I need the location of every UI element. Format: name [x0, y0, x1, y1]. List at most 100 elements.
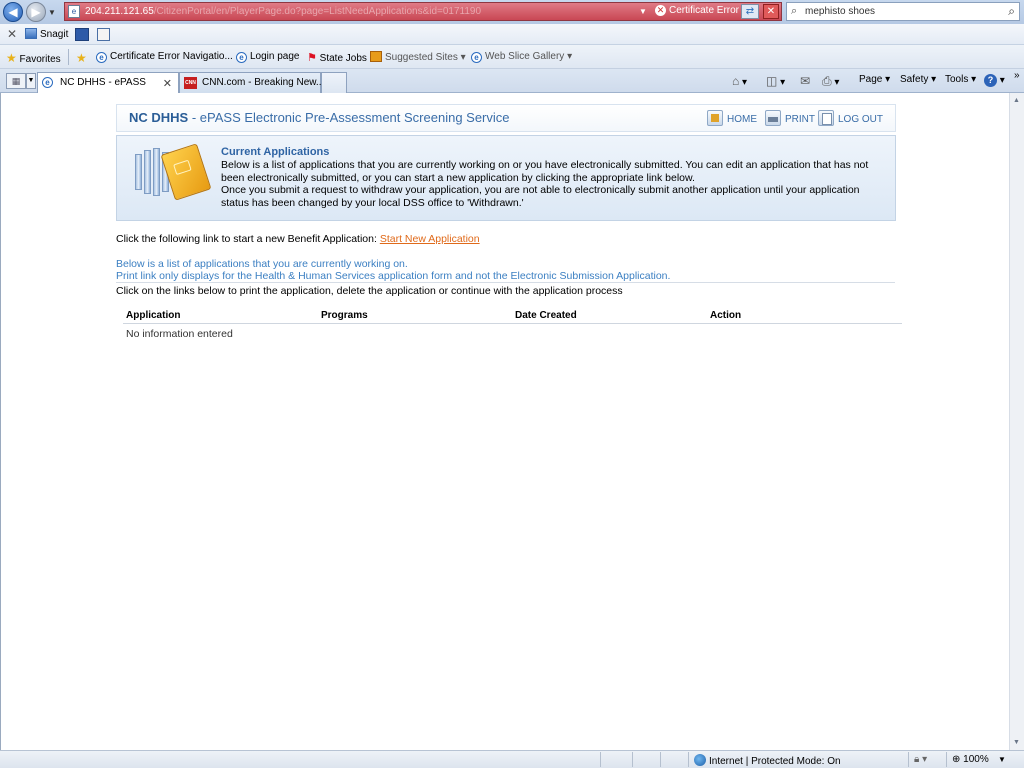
recent-pages-dropdown[interactable]: ▼	[48, 8, 56, 17]
search-input[interactable]: mephisto shoes	[805, 6, 875, 17]
snagit-label: Snagit	[40, 29, 69, 40]
favorite-label: Web Slice Gallery ▾	[485, 51, 573, 62]
print-link[interactable]: PRINT	[765, 110, 815, 126]
feeds-button[interactable]: ◫ ▾	[766, 74, 785, 88]
tab-bar: ▦ ▼ e NC DHHS - ePASS ✕ CNN CNN.com - Br…	[0, 69, 1024, 93]
safety-menu[interactable]: Safety ▾	[900, 74, 936, 85]
quick-tabs-icon[interactable]: ▦	[6, 73, 26, 89]
divider	[116, 282, 895, 283]
status-bar: Internet | Protected Mode: On 🔒︎ ▾ ⊕ 100…	[0, 750, 1024, 768]
tools-menu[interactable]: Tools ▾	[945, 74, 976, 85]
address-bar[interactable]: e 204.211.121.65/CitizenPortal/en/Player…	[64, 2, 782, 21]
favorites-bar: ★ Favorites ★ e Certificate Error Navigat…	[0, 45, 1024, 69]
favorite-login-page[interactable]: e Login page	[236, 51, 300, 63]
help-menu[interactable]: ? ▾	[984, 74, 1005, 87]
zoom-dropdown-icon[interactable]: ▼	[998, 755, 1006, 764]
column-header-application: Application	[126, 310, 181, 321]
address-host: 204.211.121.65	[85, 6, 154, 17]
column-header-action: Action	[710, 310, 742, 321]
new-tab-button[interactable]	[321, 72, 347, 93]
start-application-line: Click the following link to start a new …	[116, 233, 480, 245]
scroll-down-icon[interactable]: ▼	[1013, 739, 1020, 746]
printer-icon: ⎙	[822, 74, 832, 88]
globe-icon	[694, 754, 706, 766]
certificate-error-button[interactable]: ✕ Certificate Error	[655, 5, 739, 16]
suggested-sites-icon	[370, 51, 382, 62]
status-divider	[946, 752, 947, 767]
page-viewport: NC DHHS - ePASS Electronic Pre-Assessmen…	[0, 93, 1009, 750]
home-button[interactable]: ⌂ ▾	[732, 74, 747, 88]
forward-button[interactable]: ▶	[26, 2, 46, 22]
search-icon[interactable]: ⌕	[1008, 4, 1015, 19]
certificate-error-label: Certificate Error	[669, 5, 740, 16]
applications-note: Below is a list of applications that you…	[116, 258, 408, 270]
favorite-state-jobs[interactable]: ⚑ State Jobs	[307, 51, 367, 64]
chevron-right-icon[interactable]: »	[1014, 70, 1020, 81]
page-menu[interactable]: Page ▾	[859, 74, 890, 85]
scroll-up-icon[interactable]: ▲	[1013, 97, 1020, 104]
status-divider	[908, 752, 909, 767]
tab-label: CNN.com - Breaking New...	[202, 77, 325, 88]
column-header-programs: Programs	[321, 310, 368, 321]
security-zone-label: Internet | Protected Mode: On	[709, 756, 841, 767]
current-applications-panel: Current Applications Below is a list of …	[116, 135, 896, 221]
tab-label: NC DHHS - ePASS	[60, 77, 146, 88]
search-box[interactable]: ⌕ mephisto shoes ⌕	[786, 2, 1020, 21]
panel-text-paragraph: Below is a list of applications that you…	[221, 159, 869, 184]
snagit-toolbar: ✕ Snagit	[0, 24, 1024, 45]
zoom-level[interactable]: ⊕ 100%	[952, 754, 989, 765]
favorite-suggested-sites[interactable]: Suggested Sites ▾	[370, 51, 466, 63]
favorites-star-icon: ★	[6, 51, 17, 65]
mail-icon: ✉	[800, 74, 811, 88]
protected-mode-icon[interactable]: 🔒︎ ▾	[914, 754, 927, 765]
page-menu-label: Page	[859, 74, 883, 85]
back-button[interactable]: ◀	[3, 2, 23, 22]
tab-list-dropdown-icon[interactable]: ▼	[26, 73, 36, 89]
snagit-button[interactable]: Snagit	[25, 28, 68, 40]
home-icon	[707, 110, 723, 126]
favorites-button[interactable]: ★ Favorites	[6, 51, 61, 65]
site-title: NC DHHS - ePASS Electronic Pre-Assessmen…	[129, 110, 510, 125]
help-icon: ?	[984, 74, 997, 87]
capture-settings-icon[interactable]	[97, 28, 110, 41]
logout-link[interactable]: LOG OUT	[818, 110, 883, 126]
favorites-label: Favorites	[19, 54, 61, 65]
status-divider	[660, 752, 661, 767]
cnn-icon: CNN	[184, 77, 197, 89]
favorite-web-slice-gallery[interactable]: e Web Slice Gallery ▾	[471, 51, 572, 63]
logout-link-label: LOG OUT	[838, 114, 884, 125]
status-divider	[600, 752, 601, 767]
status-divider	[632, 752, 633, 767]
site-header: NC DHHS - ePASS Electronic Pre-Assessmen…	[116, 104, 896, 132]
browser-address-toolbar: ◀ ▶ ▼ e 204.211.121.65/CitizenPortal/en/…	[0, 0, 1024, 24]
folder-icon	[160, 143, 212, 201]
snagit-icon	[25, 28, 37, 39]
panel-text-paragraph: Once you submit a request to withdraw yo…	[221, 184, 860, 210]
error-icon: ✕	[655, 5, 666, 16]
print-link-note: Print link only displays for the Health …	[116, 270, 671, 282]
capture-icon[interactable]	[75, 28, 89, 41]
vertical-scrollbar[interactable]: ▲ ▼	[1009, 93, 1024, 750]
print-button[interactable]: ⎙ ▾	[822, 74, 839, 89]
stop-button[interactable]: ✕	[763, 4, 779, 19]
print-link-label: PRINT	[785, 114, 815, 125]
tab-cnn[interactable]: CNN CNN.com - Breaking New...	[179, 72, 325, 93]
add-favorite-icon[interactable]: ★	[76, 51, 87, 65]
start-application-prompt: Click the following link to start a new …	[116, 233, 377, 245]
favorites-divider	[68, 49, 69, 65]
home-link[interactable]: HOME	[707, 110, 757, 126]
ie-page-icon: e	[471, 52, 482, 63]
column-header-date-created: Date Created	[515, 310, 577, 321]
start-new-application-link[interactable]: Start New Application	[380, 233, 480, 245]
refresh-button[interactable]: ⇄	[741, 4, 759, 19]
address-url[interactable]: 204.211.121.65/CitizenPortal/en/PlayerPa…	[85, 6, 481, 17]
add-favorite-star-icon: ★	[76, 51, 87, 65]
table-empty-message: No information entered	[126, 328, 233, 340]
tab-nc-dhhs[interactable]: e NC DHHS - ePASS ✕	[37, 72, 179, 93]
close-toolbar-icon[interactable]: ✕	[7, 27, 17, 41]
address-dropdown-icon[interactable]: ▼	[639, 7, 647, 16]
close-tab-icon[interactable]: ✕	[163, 77, 172, 90]
mail-button[interactable]: ✉	[800, 74, 810, 88]
favorite-certificate-error[interactable]: e Certificate Error Navigatio...	[96, 51, 233, 63]
security-zone[interactable]: Internet | Protected Mode: On	[694, 754, 841, 767]
